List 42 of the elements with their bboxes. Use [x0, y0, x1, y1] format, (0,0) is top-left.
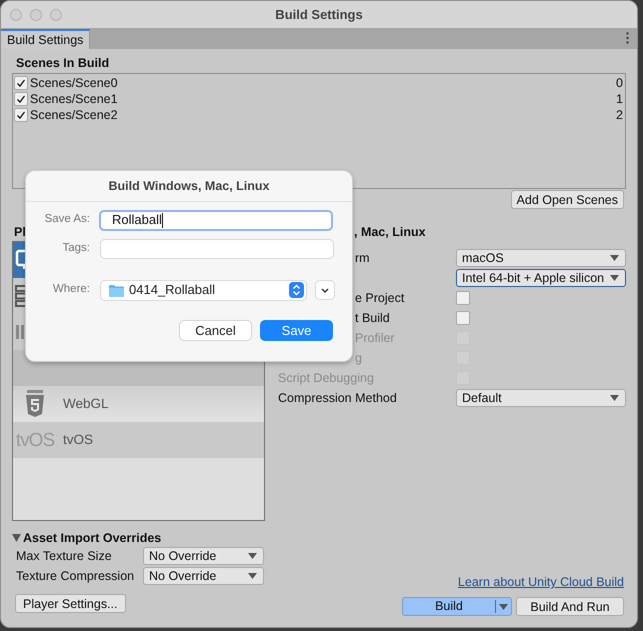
scene-name: Scenes/Scene1	[30, 90, 119, 108]
build-button[interactable]: Build	[402, 597, 512, 616]
setting-label: Compression Method	[278, 391, 397, 405]
scene-index: 1	[616, 90, 623, 108]
section-title: Scenes In Build	[15, 55, 110, 71]
dropdown[interactable]: No Override	[143, 547, 264, 565]
field-label: Tags:	[62, 241, 90, 256]
save-as-field[interactable]: Rollaball	[99, 210, 333, 230]
field-label: Where:	[52, 282, 90, 298]
scene-index: 2	[616, 106, 623, 124]
setting-label: g	[355, 351, 362, 365]
scene-name: Scenes/Scene0	[30, 74, 119, 92]
section-title: Pl	[13, 225, 27, 240]
scene-name: Scenes/Scene2	[30, 106, 119, 124]
cancel-button[interactable]: Cancel	[179, 320, 252, 341]
dropdown[interactable]: macOS	[456, 249, 626, 267]
setting-label: t Build	[355, 311, 390, 325]
platform-name: tvOS	[63, 430, 94, 449]
window-title: Build Settings	[275, 6, 363, 24]
setting-label: Texture Compression	[16, 568, 136, 585]
setting-label: Max Texture Size	[16, 548, 113, 565]
setting-label: Script Debugging	[278, 371, 374, 385]
platform-name: WebGL	[63, 394, 109, 413]
player-settings-button[interactable]: Player Settings...	[15, 594, 126, 613]
section-title: , Mac, Linux	[353, 225, 427, 240]
dropdown[interactable]: Default	[456, 389, 626, 407]
setting-label: rm	[355, 251, 370, 265]
section-title: Asset Import Overrides	[23, 530, 162, 547]
setting-label: Profiler	[355, 331, 395, 345]
add-open-scenes-button[interactable]: Add Open Scenes	[510, 190, 624, 209]
dialog-title: Build Windows, Mac, Linux	[108, 178, 270, 195]
where-dropdown[interactable]: 0414_Rollaball	[100, 280, 307, 300]
scene-index: 0	[616, 74, 623, 92]
field-label: Save As:	[44, 212, 90, 228]
dropdown[interactable]: Intel 64-bit + Apple silicon	[456, 269, 626, 287]
platform-item[interactable]: WebGL	[13, 386, 264, 422]
build-and-run-button[interactable]: Build And Run	[516, 597, 624, 616]
save-button[interactable]: Save	[260, 320, 333, 341]
cloud-build-link[interactable]: Learn about Unity Cloud Build	[458, 573, 624, 592]
dropdown[interactable]: No Override	[143, 567, 264, 585]
tab[interactable]: Build Settings	[1, 29, 90, 49]
setting-label: e Project	[355, 291, 404, 305]
